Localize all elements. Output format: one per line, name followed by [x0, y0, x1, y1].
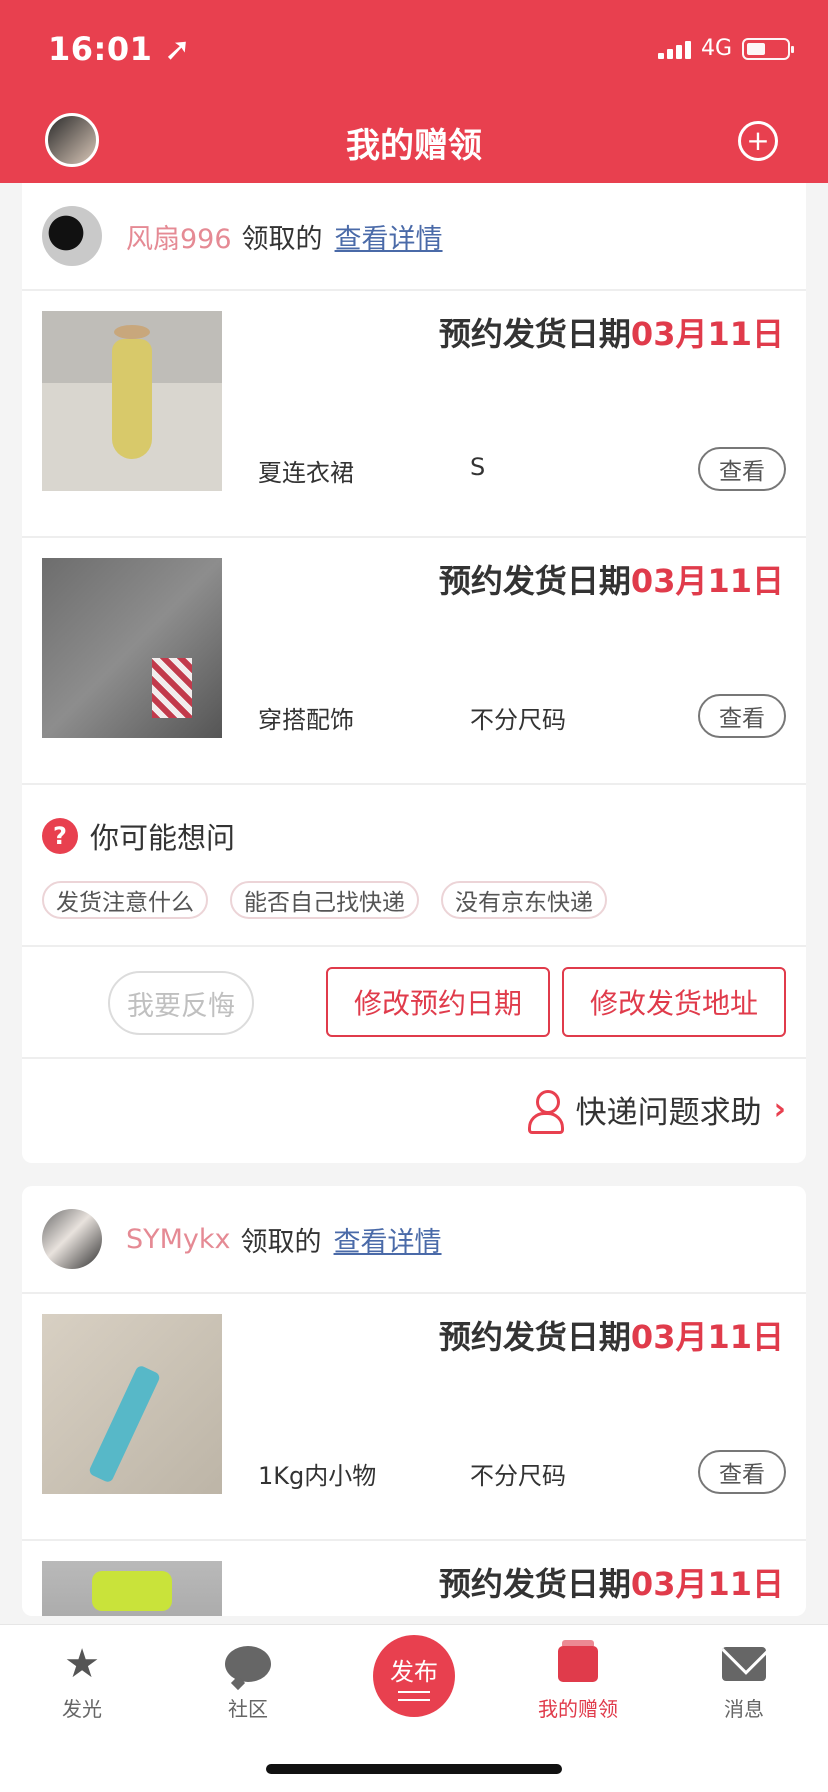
faq-chips: 发货注意什么 能否自己找快递 没有京东快递: [42, 881, 607, 919]
faq-section: ? 你可能想问 发货注意什么 能否自己找快递 没有京东快递: [22, 785, 806, 945]
faq-chip[interactable]: 能否自己找快递: [230, 881, 419, 919]
order-item: 预约发货日期03月11日 夏连衣裙 S 查看: [22, 291, 806, 536]
mail-icon: [721, 1643, 767, 1685]
page-title: 我的赠领: [346, 126, 482, 166]
item-size: 不分尺码: [470, 1462, 566, 1490]
view-button[interactable]: 查看: [698, 694, 786, 738]
item-name: 夏连衣裙: [258, 459, 354, 487]
ship-date: 预约发货日期03月11日: [438, 315, 784, 353]
item-thumbnail[interactable]: [42, 1314, 222, 1494]
item-name: 1Kg内小物: [258, 1462, 377, 1490]
delivery-help-link[interactable]: 快递问题求助 ›: [526, 1087, 786, 1134]
view-details-link[interactable]: 查看详情: [335, 217, 443, 256]
status-bar-right: 4G: [657, 36, 794, 61]
faq-chip[interactable]: 发货注意什么: [42, 881, 208, 919]
order-card: 风扇996 领取的 查看详情 预约发货日期03月11日 夏连衣裙 S 查看 预约…: [22, 183, 806, 1163]
tab-my-gifts[interactable]: 我的赠领: [518, 1640, 638, 1722]
tab-glow[interactable]: ★ 发光: [22, 1641, 142, 1722]
receiver-name[interactable]: 风扇996: [126, 217, 232, 256]
publish-button[interactable]: 发布: [373, 1635, 455, 1717]
order-card: SYMykx 领取的 查看详情 预约发货日期03月11日 1Kg内小物 不分尺码…: [22, 1186, 806, 1616]
app-header: 16:01 ➚ 4G 我的赠领 +: [0, 0, 828, 183]
item-size: S: [470, 453, 486, 481]
order-item: 预约发货日期03月11日: [22, 1541, 806, 1616]
avatar[interactable]: [42, 206, 102, 266]
battery-icon: [742, 37, 794, 60]
tab-community[interactable]: 社区: [188, 1643, 308, 1722]
change-date-button[interactable]: 修改预约日期: [326, 967, 550, 1037]
ship-date: 预约发货日期03月11日: [438, 1318, 784, 1356]
avatar[interactable]: [42, 1209, 102, 1269]
chevron-right-icon: ›: [773, 1092, 786, 1127]
signal-icon: [657, 39, 691, 59]
chat-bubble-icon: [225, 1643, 271, 1685]
regret-button[interactable]: 我要反悔: [108, 971, 254, 1035]
receiver-name[interactable]: SYMykx: [126, 1224, 231, 1255]
order-user-row: 风扇996 领取的 查看详情: [22, 183, 806, 289]
received-label: 领取的: [240, 1226, 322, 1258]
faq-chip[interactable]: 没有京东快递: [441, 881, 607, 919]
item-size: 不分尺码: [470, 706, 566, 734]
ship-date: 预约发货日期03月11日: [438, 1565, 784, 1603]
home-indicator[interactable]: [266, 1764, 562, 1774]
faq-title: ? 你可能想问: [42, 815, 235, 857]
bottom-tab-bar: ★ 发光 社区 发布 我的赠领 消息: [0, 1624, 828, 1792]
network-label: 4G: [700, 36, 732, 61]
order-actions: 我要反悔 修改预约日期 修改发货地址: [22, 947, 806, 1057]
person-icon: [526, 1089, 564, 1134]
gift-box-icon: [555, 1640, 601, 1685]
order-item: 预约发货日期03月11日 穿搭配饰 不分尺码 查看: [22, 538, 806, 783]
status-time: 16:01 ➚: [48, 30, 192, 68]
item-name: 穿搭配饰: [258, 706, 354, 734]
order-user-row: SYMykx 领取的 查看详情: [22, 1186, 806, 1292]
question-icon: ?: [42, 818, 78, 854]
view-button[interactable]: 查看: [698, 447, 786, 491]
tab-messages[interactable]: 消息: [684, 1643, 804, 1722]
star-icon: ★: [64, 1641, 100, 1687]
order-item: 预约发货日期03月11日 1Kg内小物 不分尺码 查看: [22, 1294, 806, 1539]
item-thumbnail[interactable]: [42, 311, 222, 491]
item-thumbnail[interactable]: [42, 558, 222, 738]
help-row: 快递问题求助 ›: [22, 1059, 806, 1159]
plus-circle-icon[interactable]: +: [738, 121, 778, 161]
item-thumbnail[interactable]: [42, 1561, 222, 1616]
publish-icon: [398, 1690, 430, 1701]
ship-date: 预约发货日期03月11日: [438, 562, 784, 600]
view-details-link[interactable]: 查看详情: [334, 1220, 442, 1259]
change-address-button[interactable]: 修改发货地址: [562, 967, 786, 1037]
view-button[interactable]: 查看: [698, 1450, 786, 1494]
received-label: 领取的: [241, 223, 323, 255]
